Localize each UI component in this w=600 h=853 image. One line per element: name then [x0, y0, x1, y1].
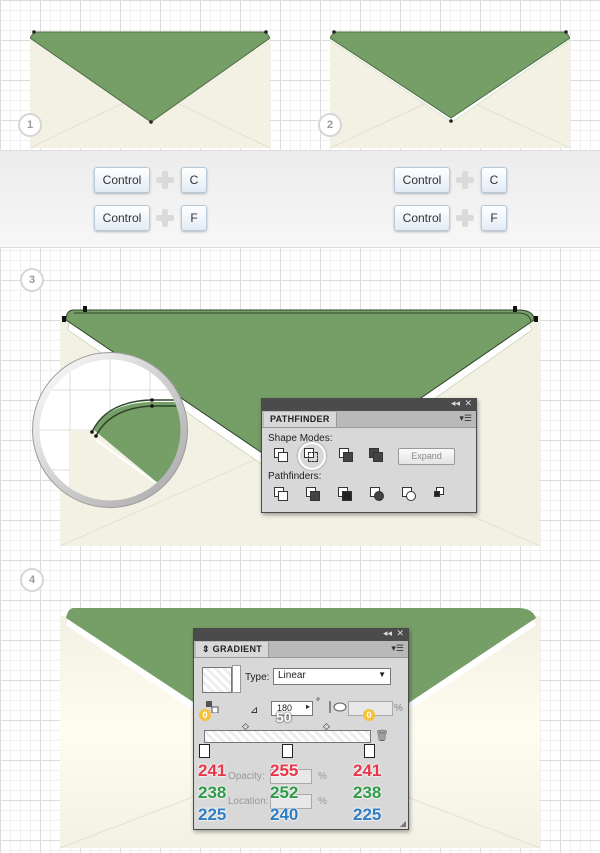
- key-control-copy-right: Control: [394, 167, 450, 193]
- close-icon[interactable]: ✕: [396, 628, 404, 639]
- intersect-icon[interactable]: [339, 448, 353, 462]
- gradient-swatch[interactable]: [202, 667, 232, 693]
- shortcut-band: Control C Control F Control C Control F: [0, 150, 600, 248]
- type-label: Type:: [245, 672, 270, 683]
- location-percent-unit: %: [318, 796, 327, 807]
- collapse-icon[interactable]: ◂◂: [383, 628, 392, 639]
- tab-gradient[interactable]: ⇕ GRADIENT: [196, 642, 270, 657]
- badge-left: 0: [199, 709, 211, 721]
- panel-menu-icon[interactable]: ▾☰: [391, 643, 404, 654]
- pathfinder-panel: ◂◂ ✕ PATHFINDER ▾☰ Shape Modes: Expand P…: [261, 398, 477, 513]
- step-badge-1: 1: [18, 113, 42, 137]
- panel-titlebar[interactable]: ◂◂ ✕: [194, 628, 408, 641]
- aspect-ratio-icon: [327, 700, 347, 714]
- gradient-stop-left[interactable]: [199, 744, 210, 758]
- collapse-icon[interactable]: ◂◂: [451, 398, 460, 409]
- aspect-percent-unit: %: [394, 703, 403, 714]
- trim-icon[interactable]: [306, 487, 320, 501]
- opacity-percent-unit: %: [318, 771, 327, 782]
- swatch-preview: [232, 665, 241, 693]
- tab-pathfinder[interactable]: PATHFINDER: [264, 412, 337, 427]
- minus-back-icon[interactable]: [434, 487, 448, 501]
- stop2-blue: 240: [270, 805, 299, 824]
- envelope-step2: [329, 30, 571, 149]
- exclude-icon[interactable]: [369, 448, 383, 462]
- step-badge-3: 3: [20, 268, 44, 292]
- tab-arrows-icon: ⇕: [202, 644, 213, 654]
- close-icon[interactable]: ✕: [464, 398, 472, 409]
- step2-illustration: [329, 30, 571, 149]
- gradient-slider[interactable]: [204, 730, 371, 743]
- shape-modes-label: Shape Modes:: [268, 433, 333, 444]
- step1-illustration: [29, 30, 271, 149]
- stop2-red: 255: [270, 761, 299, 780]
- location-label: Location:: [228, 796, 269, 807]
- angle-degree-unit: °: [316, 697, 320, 708]
- step-badge-2: 2: [318, 113, 342, 137]
- type-select-value: Linear: [278, 670, 306, 681]
- expand-button[interactable]: Expand: [398, 448, 455, 465]
- angle-arrow-icon[interactable]: ▸: [306, 702, 310, 711]
- step-badge-4: 4: [20, 568, 44, 592]
- key-control-paste-right: Control: [394, 205, 450, 231]
- plus-icon: [155, 208, 175, 228]
- crop-icon[interactable]: [370, 487, 384, 501]
- merge-icon[interactable]: [338, 487, 352, 501]
- chevron-down-icon: ▼: [378, 670, 386, 679]
- gradient-stop-right[interactable]: [364, 744, 375, 758]
- plus-icon: [455, 170, 475, 190]
- stop3-blue: 225: [353, 805, 382, 824]
- stop1-blue: 225: [198, 805, 227, 824]
- stop2-green: 252: [270, 783, 299, 802]
- magnifier-lens: [30, 350, 190, 510]
- key-control-copy-left: Control: [94, 167, 150, 193]
- minus-front-icon[interactable]: [304, 448, 318, 462]
- stop3-red: 241: [353, 761, 382, 780]
- angle-icon: ⊿: [250, 705, 259, 716]
- opacity-label: Opacity:: [228, 771, 265, 782]
- gradient-panel: ◂◂ ✕ ⇕ GRADIENT ▾☰ ▼ Type: Linear ▼ ⊿ 18…: [193, 628, 409, 830]
- magnifier-icon: [32, 352, 188, 508]
- gradient-stop-center[interactable]: [282, 744, 293, 758]
- type-select[interactable]: Linear ▼: [273, 668, 391, 685]
- badge-center: 50: [276, 709, 292, 725]
- envelope-step1: [29, 30, 271, 149]
- stop1-red: 241: [198, 761, 227, 780]
- key-f-right: F: [481, 205, 507, 231]
- badge-right: 0: [363, 709, 375, 721]
- key-c-left: C: [181, 167, 207, 193]
- divide-icon[interactable]: [274, 487, 288, 501]
- key-f-left: F: [181, 205, 207, 231]
- trash-icon[interactable]: 🗑: [375, 729, 389, 742]
- key-control-paste-left: Control: [94, 205, 150, 231]
- gradient-title: GRADIENT: [212, 644, 263, 654]
- key-c-right: C: [481, 167, 507, 193]
- stop1-green: 238: [198, 783, 227, 802]
- panel-titlebar[interactable]: ◂◂ ✕: [262, 398, 476, 411]
- unite-icon[interactable]: [274, 448, 288, 462]
- pathfinders-label: Pathfinders:: [268, 471, 322, 482]
- plus-icon: [155, 170, 175, 190]
- stop3-green: 238: [353, 783, 382, 802]
- resize-grip-icon[interactable]: ◢: [400, 819, 406, 828]
- panel-menu-icon[interactable]: ▾☰: [459, 413, 472, 424]
- outline-icon[interactable]: [402, 487, 416, 501]
- plus-icon: [455, 208, 475, 228]
